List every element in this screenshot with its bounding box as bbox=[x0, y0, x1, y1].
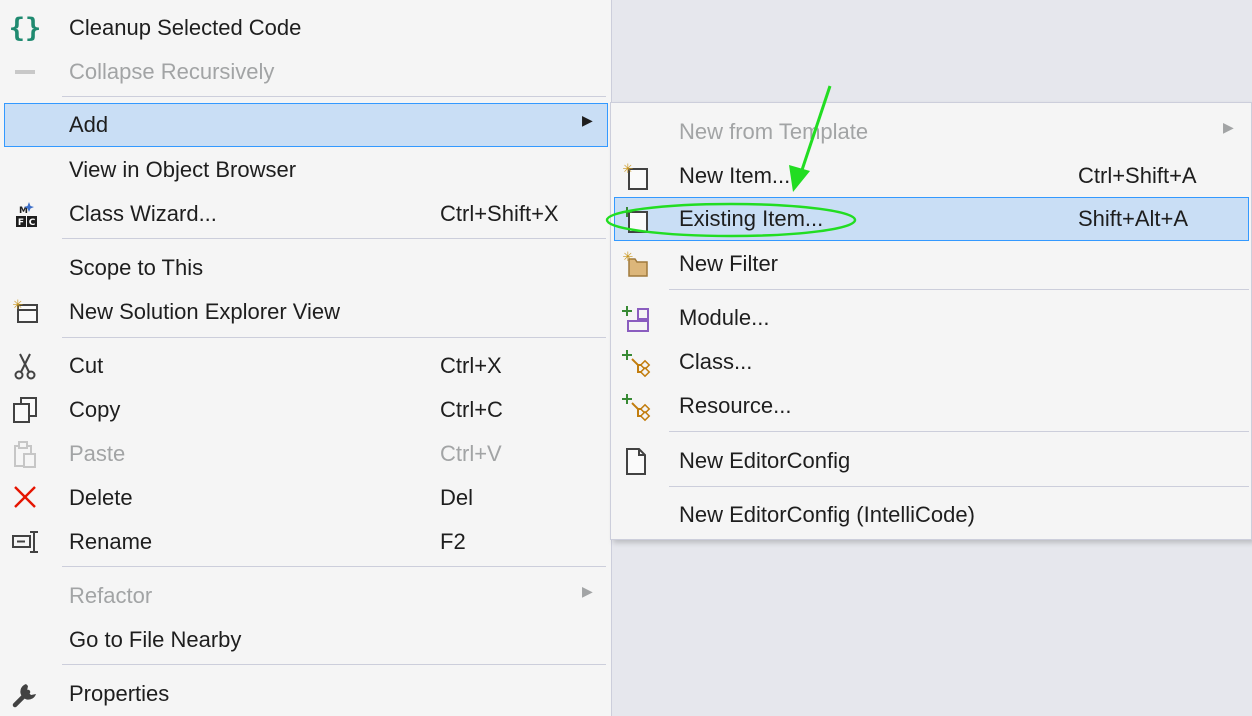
menu-item-new-solution-explorer-view[interactable]: ✳ New Solution Explorer View bbox=[4, 290, 608, 334]
menu-item-label: New Item... bbox=[679, 163, 791, 188]
add-module-icon bbox=[622, 306, 649, 332]
menu-item-resource[interactable]: Resource... bbox=[614, 384, 1249, 428]
braces-icon: {} bbox=[9, 13, 41, 44]
rename-icon bbox=[12, 531, 38, 553]
menu-item-module[interactable]: Module... bbox=[614, 296, 1249, 340]
menu-item-label: Scope to This bbox=[69, 255, 204, 280]
menu-separator bbox=[669, 289, 1249, 290]
menu-item-label: Class Wizard... bbox=[69, 201, 217, 226]
svg-text:{}: {} bbox=[9, 13, 41, 44]
menu-item-add[interactable]: Add ▶ bbox=[4, 103, 608, 147]
menu-item-view-in-object-browser[interactable]: View in Object Browser bbox=[4, 148, 608, 192]
menu-separator bbox=[669, 486, 1249, 487]
menu-item-properties[interactable]: Properties bbox=[4, 672, 608, 716]
menu-item-label: Delete bbox=[69, 485, 133, 510]
menu-item-label: New EditorConfig bbox=[679, 448, 851, 473]
menu-item-label: Cleanup Selected Code bbox=[69, 15, 302, 40]
delete-x-icon bbox=[14, 486, 36, 508]
shortcut-text: Del bbox=[440, 485, 474, 510]
menu-item-paste: Paste Ctrl+V bbox=[4, 432, 608, 476]
collapse-icon bbox=[15, 70, 35, 74]
menu-item-cut[interactable]: Cut Ctrl+X bbox=[4, 344, 608, 388]
menu-separator bbox=[669, 431, 1249, 432]
svg-text:✳: ✳ bbox=[13, 298, 24, 313]
menu-item-label: Class... bbox=[679, 349, 753, 374]
menu-item-new-editorconfig[interactable]: New EditorConfig bbox=[614, 439, 1249, 483]
add-resource-icon bbox=[622, 394, 651, 422]
paste-icon bbox=[14, 441, 36, 468]
menu-item-refactor: Refactor ▶ bbox=[4, 574, 608, 618]
menu-item-scope-to-this[interactable]: Scope to This bbox=[4, 246, 608, 290]
svg-text:✳: ✳ bbox=[623, 162, 634, 177]
menu-item-label: New EditorConfig (IntelliCode) bbox=[679, 502, 975, 527]
scissors-icon bbox=[14, 353, 36, 380]
menu-item-new-filter[interactable]: ✳ New Filter bbox=[614, 242, 1249, 286]
new-item-icon: ✳ bbox=[623, 162, 648, 190]
menu-item-label: Cut bbox=[69, 353, 104, 378]
menu-separator bbox=[62, 337, 606, 338]
add-class-icon bbox=[622, 350, 651, 378]
submenu-arrow-icon: ▶ bbox=[582, 112, 593, 128]
copy-icon bbox=[13, 397, 37, 423]
shortcut-text: Ctrl+X bbox=[440, 353, 502, 378]
submenu-arrow-icon: ▶ bbox=[1223, 119, 1234, 135]
shortcut-text: Ctrl+C bbox=[440, 397, 503, 422]
svg-text:✳: ✳ bbox=[623, 250, 634, 265]
menu-item-label: New from Template bbox=[679, 119, 869, 144]
menu-item-label: Collapse Recursively bbox=[69, 59, 275, 84]
shortcut-text: Ctrl+Shift+X bbox=[440, 201, 559, 226]
svg-text:F: F bbox=[18, 218, 24, 228]
shortcut-text: Shift+Alt+A bbox=[1078, 206, 1189, 231]
menu-item-label: Paste bbox=[69, 441, 126, 466]
existing-item-icon bbox=[622, 207, 648, 233]
menu-item-existing-item[interactable]: Existing Item... Shift+Alt+A bbox=[614, 197, 1249, 241]
menu-item-label: Rename bbox=[69, 529, 153, 554]
menu-item-new-editorconfig-intellicode[interactable]: New EditorConfig (IntelliCode) bbox=[614, 493, 1249, 537]
svg-text:C: C bbox=[29, 218, 36, 228]
menu-item-delete[interactable]: Delete Del bbox=[4, 476, 608, 520]
menu-item-copy[interactable]: Copy Ctrl+C bbox=[4, 388, 608, 432]
menu-item-new-item[interactable]: ✳ New Item... Ctrl+Shift+A bbox=[614, 154, 1249, 198]
wrench-icon bbox=[12, 684, 36, 708]
menu-separator bbox=[62, 96, 606, 97]
menu-item-cleanup-selected-code[interactable]: {} Cleanup Selected Code bbox=[4, 6, 608, 50]
document-icon bbox=[626, 448, 646, 475]
menu-item-class-wizard[interactable]: F C M Class Wizard... Ctrl+Shift+X bbox=[4, 192, 608, 236]
menu-item-label: New Filter bbox=[679, 251, 779, 276]
shortcut-text: F2 bbox=[440, 529, 466, 554]
menu-item-label: Module... bbox=[679, 305, 770, 330]
new-folder-icon: ✳ bbox=[623, 250, 648, 277]
submenu-arrow-icon: ▶ bbox=[582, 583, 593, 599]
menu-item-collapse-recursively: Collapse Recursively bbox=[4, 50, 608, 94]
menu-item-label: Existing Item... bbox=[679, 206, 824, 231]
menu-separator bbox=[62, 566, 606, 567]
add-submenu: New from Template ▶ ✳ New Item... Ctrl+S… bbox=[610, 102, 1252, 540]
mfc-class-wizard-icon: F C M bbox=[16, 202, 37, 228]
menu-item-new-from-template: New from Template ▶ bbox=[614, 110, 1249, 154]
menu-item-label: Copy bbox=[69, 397, 121, 422]
menu-item-label: Refactor bbox=[69, 583, 153, 608]
menu-separator bbox=[62, 238, 606, 239]
context-menu: {} Cleanup Selected Code Collapse Recurs… bbox=[0, 0, 612, 716]
menu-item-label: View in Object Browser bbox=[69, 157, 297, 182]
menu-item-label: Go to File Nearby bbox=[69, 627, 242, 652]
menu-item-class[interactable]: Class... bbox=[614, 340, 1249, 384]
menu-item-label: New Solution Explorer View bbox=[69, 299, 341, 324]
shortcut-text: Ctrl+V bbox=[440, 441, 502, 466]
menu-item-label: Resource... bbox=[679, 393, 792, 418]
menu-item-rename[interactable]: Rename F2 bbox=[4, 520, 608, 564]
shortcut-text: Ctrl+Shift+A bbox=[1078, 163, 1197, 188]
menu-item-go-to-file-nearby[interactable]: Go to File Nearby bbox=[4, 618, 608, 662]
menu-item-label: Add bbox=[69, 112, 109, 137]
new-window-icon: ✳ bbox=[13, 298, 38, 323]
menu-item-label: Properties bbox=[69, 681, 170, 706]
menu-separator bbox=[62, 664, 606, 665]
